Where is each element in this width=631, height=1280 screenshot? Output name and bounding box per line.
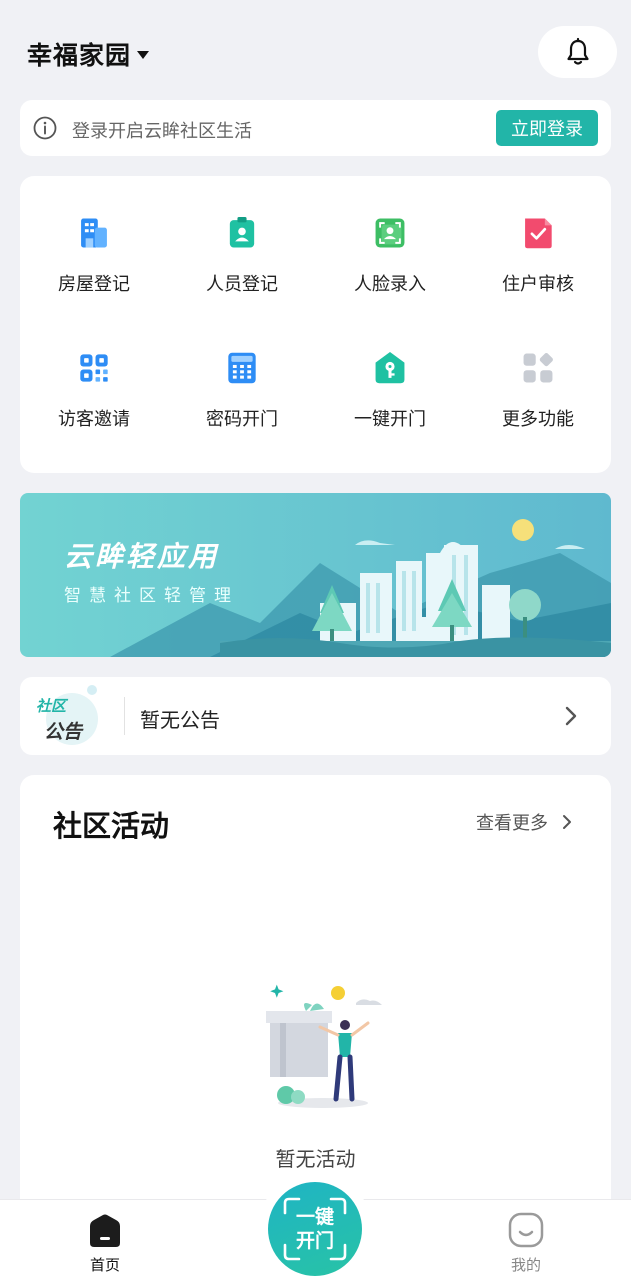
face-scan-icon [375, 218, 405, 248]
notice-badge-line1: 社区 [36, 697, 67, 715]
function-person-register[interactable]: 人员登记 [168, 176, 316, 296]
grid-more-icon [523, 353, 553, 383]
tab-mine[interactable]: 我的 [476, 1210, 576, 1275]
key-house-icon [375, 352, 405, 384]
function-label: 访客邀请 [58, 409, 130, 430]
function-more[interactable]: 更多功能 [464, 311, 612, 431]
tab-mine-label: 我的 [510, 1256, 541, 1274]
person-badge-icon [229, 217, 255, 248]
login-prompt-text: 登录开启云眸社区生活 [72, 121, 252, 142]
banner-illustration [20, 493, 611, 657]
activity-section-title: 社区活动 [53, 809, 170, 843]
community-selector[interactable]: 幸福家园 [27, 36, 150, 72]
function-resident-review[interactable]: 住户审核 [464, 176, 612, 296]
view-more-label: 查看更多 [476, 813, 548, 834]
qr-code-icon [80, 354, 108, 382]
notice-badge-line2: 公告 [44, 721, 83, 743]
caret-down-icon [137, 51, 150, 59]
chevron-right-icon [563, 815, 571, 829]
function-face-entry[interactable]: 人脸录入 [316, 176, 464, 296]
view-more-link[interactable]: 查看更多 [476, 809, 572, 835]
building-icon [81, 218, 107, 248]
function-visitor-invite[interactable]: 访客邀请 [20, 311, 168, 431]
one-key-open-button[interactable]: 一键 开门 [268, 1182, 362, 1276]
community-name: 幸福家园 [27, 41, 132, 70]
function-label: 人员登记 [206, 274, 278, 295]
promo-banner[interactable]: 云眸轻应用 智慧社区轻管理 [20, 493, 611, 657]
notice-badge: 社区 公告 [30, 683, 122, 749]
chevron-right-icon [565, 706, 577, 726]
function-house-register[interactable]: 房屋登记 [20, 176, 168, 296]
function-one-key-open[interactable]: 一键开门 [316, 311, 464, 431]
notice-text: 暂无公告 [140, 708, 220, 732]
function-label: 住户审核 [502, 274, 574, 295]
tab-home[interactable]: 首页 [55, 1210, 155, 1275]
empty-activity-illustration [266, 984, 382, 1108]
function-label: 密码开门 [206, 409, 278, 430]
bell-icon [566, 37, 589, 65]
function-label: 人脸录入 [354, 274, 426, 295]
notification-button[interactable] [538, 26, 617, 78]
community-activity-section: 社区活动 查看更多 暂无活动 [20, 775, 611, 1215]
function-password-open[interactable]: 密码开门 [168, 311, 316, 431]
home-icon [90, 1214, 120, 1247]
banner-subtitle: 智慧社区轻管理 [64, 586, 239, 606]
info-icon [33, 116, 57, 140]
checkmark-document-icon [525, 218, 552, 249]
function-label: 一键开门 [354, 409, 426, 430]
empty-activity-text: 暂无活动 [275, 1147, 356, 1171]
smiley-face-icon [508, 1212, 544, 1248]
login-prompt-bar: 登录开启云眸社区生活 立即登录 [20, 100, 611, 156]
community-notice-bar[interactable]: 社区 公告 暂无公告 [20, 677, 611, 755]
function-label: 更多功能 [502, 409, 574, 430]
keypad-icon [228, 352, 256, 384]
header: 幸福家园 [0, 0, 631, 100]
login-button[interactable]: 立即登录 [496, 110, 598, 146]
function-label: 房屋登记 [58, 274, 130, 295]
tab-home-label: 首页 [89, 1256, 120, 1274]
notice-divider [124, 697, 125, 735]
scan-frame-icon [283, 1197, 347, 1261]
function-grid: 房屋登记 人员登记 人脸录入 住户审核 访客邀请 密码开门 一键开门 更多功能 [20, 176, 611, 473]
banner-title: 云眸轻应用 [64, 540, 220, 573]
